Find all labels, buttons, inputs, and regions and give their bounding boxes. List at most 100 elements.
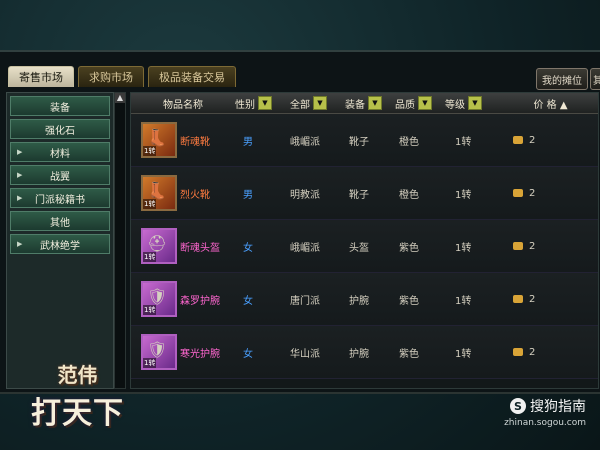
item-level: 1转: [455, 295, 472, 307]
item-level: 1转: [455, 136, 472, 148]
boots-icon: 👢 1转: [141, 175, 177, 211]
sidebar-item-label: 强化石: [45, 125, 75, 137]
header-label: 装备: [345, 99, 365, 111]
gold-ingot-icon: [513, 135, 523, 144]
header-label: 性别: [235, 99, 255, 111]
price-value: 2: [529, 187, 536, 199]
item-price: 2: [501, 135, 596, 146]
tab-premium-gear-trade[interactable]: 极品装备交易: [148, 66, 236, 87]
item-name: 烈火靴: [180, 189, 210, 201]
logo-line1: 范伟: [57, 362, 98, 387]
item-price: 2: [501, 188, 596, 199]
watermark-title-text: 搜狗指南: [530, 399, 586, 415]
item-slot: 护腕: [349, 348, 369, 360]
header-label: 全部: [290, 99, 310, 111]
header-sect: 全部 ▼: [286, 93, 341, 113]
item-name: 断魂靴: [180, 136, 210, 148]
level-filter-dropdown-icon[interactable]: ▼: [468, 96, 482, 110]
watermark-url: zhinan.sogou.com: [504, 418, 586, 428]
header-slot: 装备 ▼: [341, 93, 391, 113]
item-level: 1转: [455, 242, 472, 254]
item-price: 2: [501, 347, 596, 358]
item-level-badge: 1转: [143, 358, 157, 368]
item-name: 森罗护腕: [180, 295, 220, 307]
sidebar-item-label: 材料: [50, 148, 70, 160]
item-level: 1转: [455, 189, 472, 201]
expand-arrow-icon: ▶: [17, 194, 23, 202]
gold-ingot-icon: [513, 188, 523, 197]
item-listing-table: 物品名称 性别 ▼ 全部 ▼ 装备 ▼ 品质 ▼ 等级 ▼ 价 格 ▲ 👢 1转 断魂靴 男…: [130, 92, 599, 389]
item-sect: 峨嵋派: [290, 136, 320, 148]
sidebar-item-sect-books[interactable]: ▶ 门派秘籍书: [10, 188, 110, 208]
table-row[interactable]: ⛑ 1转 断魂头盔 女 峨嵋派 头盔 紫色 1转 2: [131, 220, 598, 273]
header-quality: 品质 ▼: [391, 93, 441, 113]
item-gender: 女: [243, 242, 253, 254]
sidebar-item-wings[interactable]: ▶ 战翼: [10, 165, 110, 185]
quality-filter-dropdown-icon[interactable]: ▼: [418, 96, 432, 110]
sidebar-item-martial-arts[interactable]: ▶ 武林绝学: [10, 234, 110, 254]
my-stall-button[interactable]: 我的摊位: [536, 68, 588, 90]
item-icon-cell: 👢 1转: [131, 175, 177, 211]
item-level-badge: 1转: [143, 199, 157, 209]
table-row[interactable]: 🛡 1转 森罗护腕 女 唐门派 护腕 紫色 1转 2: [131, 273, 598, 326]
header-level: 等级 ▼: [441, 93, 501, 113]
sidebar-item-equipment[interactable]: 装备: [10, 96, 110, 116]
header-gender: 性别 ▼: [231, 93, 286, 113]
item-name: 断魂头盔: [180, 242, 220, 254]
item-sect: 华山派: [290, 348, 320, 360]
tab-consignment-market[interactable]: 寄售市场: [8, 66, 74, 87]
item-slot: 靴子: [349, 136, 369, 148]
table-row[interactable]: 👢 1转 断魂靴 男 峨嵋派 靴子 橙色 1转 2: [131, 114, 598, 167]
item-level: 1转: [455, 348, 472, 360]
item-gender: 男: [243, 189, 253, 201]
price-value: 2: [529, 134, 536, 146]
item-sect: 明教派: [290, 189, 320, 201]
sidebar-item-other[interactable]: 其他: [10, 211, 110, 231]
sidebar-item-label: 其他: [50, 217, 70, 229]
item-gender: 女: [243, 348, 253, 360]
item-level-badge: 1转: [143, 146, 157, 156]
watermark-title: S 搜狗指南: [504, 396, 586, 416]
item-icon-cell: 👢 1转: [131, 122, 177, 158]
item-slot: 护腕: [349, 295, 369, 307]
item-icon-cell: 🛡 1转: [131, 281, 177, 317]
item-gender: 女: [243, 295, 253, 307]
slot-filter-dropdown-icon[interactable]: ▼: [368, 96, 382, 110]
expand-arrow-icon: ▶: [17, 171, 23, 179]
sidebar-scrollbar[interactable]: ▲: [114, 92, 126, 389]
sidebar-item-materials[interactable]: ▶ 材料: [10, 142, 110, 162]
bracer-icon: 🛡 1转: [141, 334, 177, 370]
sect-filter-dropdown-icon[interactable]: ▼: [313, 96, 327, 110]
item-quality: 紫色: [399, 295, 419, 307]
price-value: 2: [529, 346, 536, 358]
item-level-badge: 1转: [143, 305, 157, 315]
sidebar-item-label: 战翼: [50, 171, 70, 183]
gender-filter-dropdown-icon[interactable]: ▼: [258, 96, 272, 110]
market-window: 寄售市场 求购市场 极品装备交易 我的摊位 其 装备 强化石 ▶ 材料 ▶ 战翼 ▶…: [0, 50, 600, 394]
item-gender: 男: [243, 136, 253, 148]
expand-arrow-icon: ▶: [17, 240, 23, 248]
table-row[interactable]: 👢 1转 烈火靴 男 明教派 靴子 橙色 1转 2: [131, 167, 598, 220]
price-value: 2: [529, 240, 536, 252]
sidebar-item-label: 武林绝学: [40, 240, 80, 252]
sidebar-item-label: 装备: [50, 102, 70, 114]
item-quality: 橙色: [399, 136, 419, 148]
item-sect: 峨嵋派: [290, 242, 320, 254]
item-slot: 头盔: [349, 242, 369, 254]
item-quality: 紫色: [399, 242, 419, 254]
scroll-up-icon[interactable]: ▲: [115, 93, 125, 103]
header-label: 物品名称: [163, 99, 203, 111]
item-level-badge: 1转: [143, 252, 157, 262]
extra-button[interactable]: 其: [590, 68, 600, 90]
table-row[interactable]: 🛡 1转 寒光护腕 女 华山派 护腕 紫色 1转 2: [131, 326, 598, 379]
logo-line2: 打天下: [31, 395, 124, 431]
helmet-icon: ⛑ 1转: [141, 228, 177, 264]
tab-purchase-market[interactable]: 求购市场: [78, 66, 144, 87]
header-price-sort[interactable]: 价 格 ▲: [501, 93, 596, 113]
item-quality: 紫色: [399, 348, 419, 360]
header-label: 品质: [395, 99, 415, 111]
sidebar-item-enhance-stone[interactable]: 强化石: [10, 119, 110, 139]
item-quality: 橙色: [399, 189, 419, 201]
category-sidebar: 装备 强化石 ▶ 材料 ▶ 战翼 ▶ 门派秘籍书 其他 ▶ 武林绝学: [6, 92, 114, 389]
sogou-logo-icon: S: [510, 398, 526, 414]
